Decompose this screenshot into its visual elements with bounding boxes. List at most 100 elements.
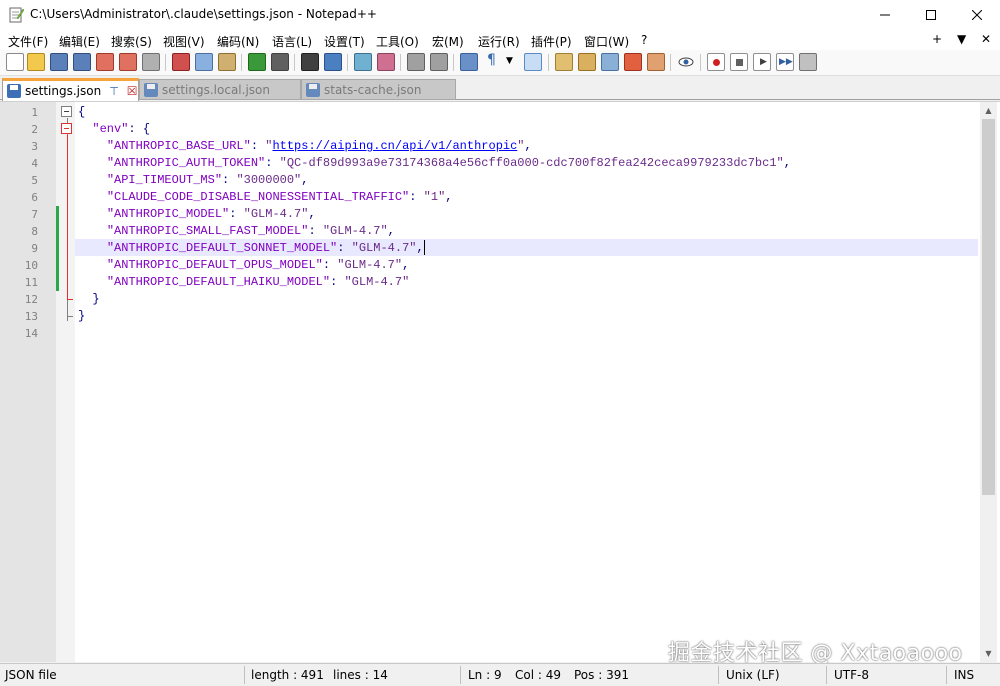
json-key: "ANTHROPIC_MODEL" <box>106 207 230 221</box>
new-file-icon[interactable] <box>6 53 24 71</box>
scroll-down-icon[interactable]: ▼ <box>980 645 997 662</box>
user-defined-language-icon[interactable] <box>555 53 573 71</box>
save-icon[interactable] <box>50 53 68 71</box>
minimize-button[interactable] <box>862 0 908 30</box>
tab-list-button[interactable]: ▼ <box>957 32 966 46</box>
minimize-icon <box>880 14 890 16</box>
tab-settings-json[interactable]: settings.json ⊤ ☒ <box>2 78 139 101</box>
function-list-icon[interactable] <box>624 53 642 71</box>
line-number: 12 <box>24 293 38 306</box>
menu-window[interactable]: 窗口(W) <box>584 33 629 50</box>
paste-icon[interactable] <box>218 53 236 71</box>
brace: } <box>78 309 86 323</box>
replace-icon[interactable] <box>324 53 342 71</box>
sync-vertical-icon[interactable] <box>407 53 425 71</box>
json-key: "ANTHROPIC_DEFAULT_HAIKU_MODEL" <box>106 275 331 289</box>
brace: } <box>92 292 100 306</box>
scroll-up-icon[interactable]: ▲ <box>980 102 997 119</box>
code-line-11: "ANTHROPIC_DEFAULT_HAIKU_MODEL": "GLM-4.… <box>78 274 409 291</box>
redo-icon[interactable] <box>271 53 289 71</box>
url-link[interactable]: https://aiping.cn/api/v1/anthropic <box>272 139 517 153</box>
close-all-icon[interactable] <box>119 53 137 71</box>
zoom-out-icon[interactable] <box>377 53 395 71</box>
fold-end-line <box>67 299 73 300</box>
zoom-in-icon[interactable] <box>354 53 372 71</box>
save-macro-icon[interactable] <box>799 53 817 71</box>
find-icon[interactable] <box>301 53 319 71</box>
line-number: 1 <box>31 106 38 119</box>
doc-map-icon[interactable] <box>578 53 596 71</box>
pin-icon[interactable]: ⊤ <box>109 85 119 98</box>
toolbar-separator <box>548 54 549 71</box>
line-number: 3 <box>31 140 38 153</box>
notepadpp-window: C:\Users\Administrator\.claude\settings.… <box>0 0 1000 686</box>
print-icon[interactable] <box>142 53 160 71</box>
menu-settings[interactable]: 设置(T) <box>324 33 365 50</box>
status-eol[interactable]: Unix (LF) <box>726 668 780 682</box>
editor-area[interactable]: 1 2 3 4 5 6 7 8 9 10 11 12 13 14 { "env"… <box>0 101 1000 662</box>
tab-close-icon[interactable]: ☒ <box>127 84 138 98</box>
copy-icon[interactable] <box>195 53 213 71</box>
fold-line <box>67 135 68 300</box>
folder-workspace-icon[interactable] <box>647 53 665 71</box>
menu-plugins[interactable]: 插件(P) <box>531 33 572 50</box>
maximize-button[interactable] <box>908 0 954 30</box>
undo-icon[interactable] <box>248 53 266 71</box>
menu-edit[interactable]: 编辑(E) <box>59 33 100 50</box>
sync-horizontal-icon[interactable] <box>430 53 448 71</box>
code-line-7: "ANTHROPIC_MODEL": "GLM-4.7", <box>78 206 316 223</box>
json-value: "GLM-4.7" <box>243 207 309 221</box>
play-macro-icon[interactable]: ▶ <box>753 53 771 71</box>
dropdown-arrow-icon[interactable]: ▼ <box>504 53 516 71</box>
punct: : <box>265 156 280 170</box>
word-wrap-icon[interactable] <box>460 53 478 71</box>
tab-stats-cache-json[interactable]: stats-cache.json <box>301 79 456 100</box>
tab-settings-local-json[interactable]: settings.local.json <box>139 79 301 100</box>
indent-guide-icon[interactable] <box>524 53 542 71</box>
json-key: "CLAUDE_CODE_DISABLE_NONESSENTIAL_TRAFFI… <box>106 190 410 204</box>
code-line-9: "ANTHROPIC_DEFAULT_SONNET_MODEL": "GLM-4… <box>78 240 425 257</box>
menu-view[interactable]: 视图(V) <box>163 33 205 50</box>
menu-macro[interactable]: 宏(M) <box>432 33 464 50</box>
add-tab-button[interactable]: + <box>932 32 942 46</box>
save-all-icon[interactable] <box>73 53 91 71</box>
punct: : <box>308 224 323 238</box>
punct: , <box>416 241 424 255</box>
close-button[interactable] <box>954 0 1000 30</box>
vertical-scrollbar[interactable]: ▲ ▼ <box>980 102 997 662</box>
punct: : <box>229 207 244 221</box>
cut-icon[interactable] <box>172 53 190 71</box>
menu-language[interactable]: 语言(L) <box>272 33 312 50</box>
stop-macro-icon[interactable] <box>730 53 748 71</box>
close-file-icon[interactable] <box>96 53 114 71</box>
code-line-13: } <box>78 308 85 325</box>
menu-help[interactable]: ? <box>641 33 647 47</box>
json-value: "3000000" <box>236 173 302 187</box>
open-file-icon[interactable] <box>27 53 45 71</box>
menu-search[interactable]: 搜索(S) <box>111 33 152 50</box>
toolbar: ¶ ▼ ▶ ▶▶ <box>0 50 1000 76</box>
status-insert-mode[interactable]: INS <box>954 668 974 682</box>
menu-encoding[interactable]: 编码(N) <box>217 33 259 50</box>
fold-collapse-icon[interactable] <box>61 123 72 134</box>
run-macro-multiple-icon[interactable]: ▶▶ <box>776 53 794 71</box>
menu-run[interactable]: 运行(R) <box>478 33 520 50</box>
toolbar-separator <box>453 54 454 71</box>
json-key: "ANTHROPIC_AUTH_TOKEN" <box>106 156 266 170</box>
doc-list-icon[interactable] <box>601 53 619 71</box>
menu-file[interactable]: 文件(F) <box>8 33 48 50</box>
record-macro-icon[interactable] <box>707 53 725 71</box>
close-document-button[interactable]: ✕ <box>981 32 991 46</box>
scrollbar-thumb[interactable] <box>982 119 995 495</box>
status-encoding[interactable]: UTF-8 <box>834 668 869 682</box>
line-number: 4 <box>31 157 38 170</box>
monitoring-eye-icon[interactable] <box>677 53 695 71</box>
menu-tools[interactable]: 工具(O) <box>376 33 419 50</box>
punct: , <box>387 224 395 238</box>
show-all-chars-icon[interactable]: ¶ <box>483 52 501 71</box>
punct: , <box>524 139 532 153</box>
code-line-12: } <box>78 291 100 308</box>
fold-collapse-icon[interactable] <box>61 106 72 117</box>
fold-margin[interactable] <box>56 102 75 662</box>
status-separator <box>826 666 827 684</box>
